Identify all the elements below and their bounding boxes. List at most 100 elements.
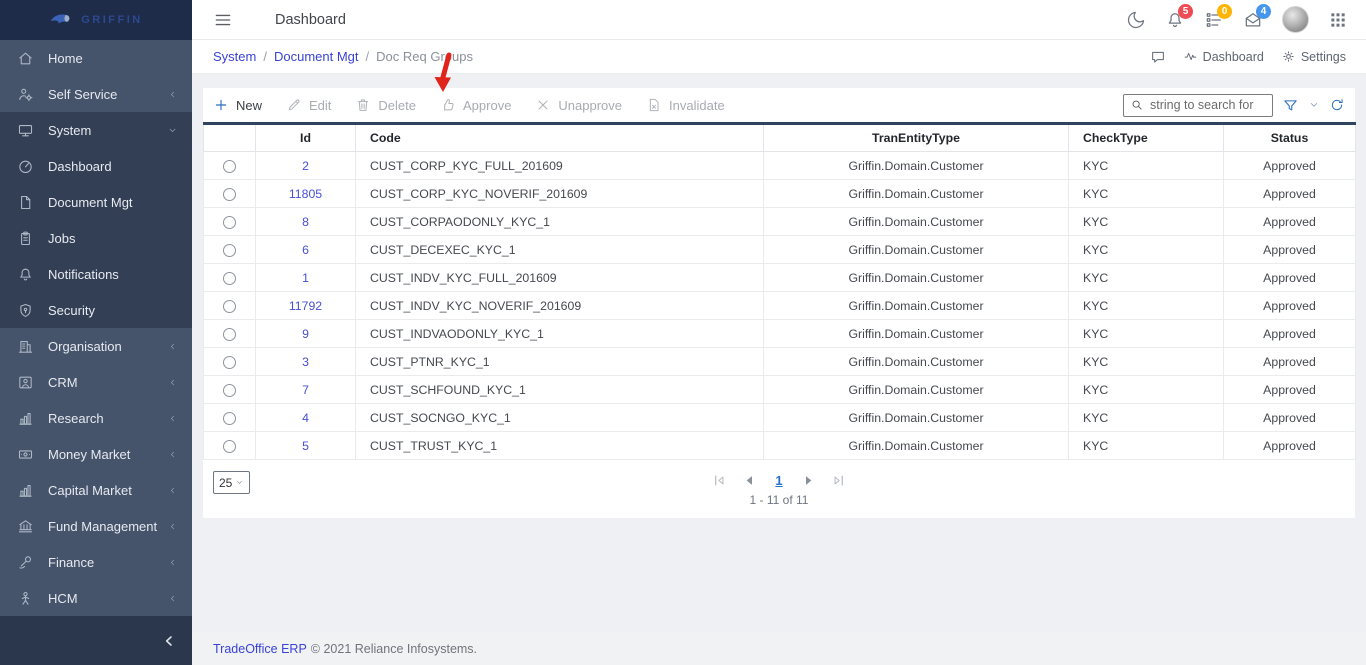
- sidebar-collapse-icon[interactable]: [161, 633, 177, 649]
- sidebar-logo[interactable]: GRIFFIN: [0, 0, 192, 40]
- row-id-link[interactable]: 8: [302, 215, 309, 229]
- row-id-link[interactable]: 1: [302, 271, 309, 285]
- chat-button[interactable]: [1150, 49, 1166, 65]
- sidebar-item-hcm[interactable]: HCM: [0, 580, 192, 616]
- sidebar-item-home[interactable]: Home: [0, 40, 192, 76]
- new-button[interactable]: New: [213, 97, 262, 113]
- file-x-icon: [646, 97, 662, 113]
- footer-brand-link[interactable]: TradeOffice ERP: [213, 642, 307, 656]
- sidebar-item-finance[interactable]: Finance: [0, 544, 192, 580]
- dashboard-link[interactable]: Dashboard: [1183, 49, 1264, 64]
- sidebar-item-self-service[interactable]: Self Service: [0, 76, 192, 112]
- row-id-link[interactable]: 11805: [289, 187, 322, 201]
- filter-chevron-down-icon[interactable]: [1308, 99, 1320, 111]
- row-tran-entity-type: Griffin.Domain.Customer: [763, 375, 1069, 404]
- row-id-link[interactable]: 5: [302, 439, 309, 453]
- row-code: CUST_INDV_KYC_FULL_201609: [355, 263, 764, 292]
- sidebar-item-organisation[interactable]: Organisation: [0, 328, 192, 364]
- chevron-left-icon: [167, 485, 178, 496]
- row-id-link[interactable]: 7: [302, 383, 309, 397]
- row-radio-button[interactable]: [223, 383, 236, 397]
- row-code: CUST_PTNR_KYC_1: [355, 347, 764, 376]
- messages-button[interactable]: 4: [1243, 3, 1271, 30]
- column-header-status: Status: [1223, 123, 1356, 152]
- sidebar-item-label: Finance: [48, 554, 95, 570]
- row-check-type: KYC: [1068, 319, 1224, 348]
- row-radio-button[interactable]: [223, 159, 236, 173]
- breadcrumb-separator: /: [263, 49, 267, 64]
- pagination-range: 1 - 11 of 11: [749, 493, 809, 507]
- refresh-icon[interactable]: [1329, 97, 1345, 113]
- row-radio-button[interactable]: [223, 243, 236, 257]
- gear-icon: [1281, 49, 1296, 64]
- notifications-bell-button[interactable]: 5: [1165, 3, 1193, 30]
- bar-chart-icon: [17, 410, 34, 427]
- search-input[interactable]: [1123, 93, 1273, 117]
- first-page-button[interactable]: [712, 473, 727, 488]
- sidebar-item-security[interactable]: Security: [0, 292, 192, 328]
- row-id-link[interactable]: 4: [302, 411, 309, 425]
- row-radio-button[interactable]: [223, 299, 236, 313]
- table-row: 2 CUST_CORP_KYC_FULL_201609 Griffin.Domain…: [203, 151, 1356, 180]
- sidebar-item-crm[interactable]: CRM: [0, 364, 192, 400]
- row-radio-button[interactable]: [223, 439, 236, 453]
- current-page[interactable]: 1: [772, 473, 785, 488]
- toolbar-button-label: New: [236, 97, 263, 113]
- sidebar-item-money-market[interactable]: Money Market: [0, 436, 192, 472]
- sidebar-item-label: CRM: [48, 374, 78, 390]
- user-avatar[interactable]: [1282, 6, 1309, 33]
- last-page-button[interactable]: [831, 473, 846, 488]
- breadcrumb-item-document-mgt[interactable]: Document Mgt: [274, 49, 359, 64]
- settings-link-label: Settings: [1300, 49, 1346, 64]
- row-id-link[interactable]: 11792: [289, 299, 322, 313]
- sidebar-item-notifications[interactable]: Notifications: [0, 256, 192, 292]
- app-window: GRIFFIN Home Self Service System Dashboard D…: [0, 0, 1366, 665]
- sidebar-item-research[interactable]: Research: [0, 400, 192, 436]
- sidebar-item-dashboard[interactable]: Dashboard: [0, 148, 192, 184]
- chevron-left-icon: [167, 521, 178, 532]
- hamburger-menu-icon[interactable]: [213, 10, 233, 30]
- sidebar-item-fund-management[interactable]: Fund Management: [0, 508, 192, 544]
- row-status: Approved: [1223, 431, 1356, 460]
- previous-page-button[interactable]: [742, 473, 757, 488]
- sidebar-item-label: Capital Market: [48, 482, 132, 498]
- sidebar-item-jobs[interactable]: Jobs: [0, 220, 192, 256]
- row-id-link[interactable]: 3: [302, 355, 309, 369]
- row-radio-button[interactable]: [223, 411, 236, 425]
- row-status: Approved: [1223, 319, 1356, 348]
- apps-grid-icon[interactable]: [1328, 10, 1348, 30]
- header-actions: 5 0 4: [1126, 3, 1348, 33]
- tasks-button[interactable]: 0: [1204, 3, 1232, 30]
- gauge-icon: [17, 158, 34, 175]
- sidebar-item-capital-market[interactable]: Capital Market: [0, 472, 192, 508]
- filter-icon[interactable]: [1282, 97, 1299, 114]
- column-header-tranentitytype: TranEntityType: [763, 123, 1069, 152]
- pager: 1: [203, 460, 1355, 488]
- page-size-select[interactable]: 25: [213, 471, 250, 494]
- settings-link[interactable]: Settings: [1281, 49, 1346, 64]
- row-id-link[interactable]: 6: [302, 243, 309, 257]
- sidebar-item-document-mgt[interactable]: Document Mgt: [0, 184, 192, 220]
- dark-mode-moon-icon[interactable]: [1126, 10, 1146, 30]
- row-check-type: KYC: [1068, 263, 1224, 292]
- row-id-link[interactable]: 2: [302, 159, 309, 173]
- toolbar-button-label: Approve: [463, 97, 512, 113]
- row-radio-button[interactable]: [223, 187, 236, 201]
- row-radio-button[interactable]: [223, 327, 236, 341]
- pagination-bar: 25 1 1 - 11 of 11: [203, 460, 1355, 518]
- sidebar-item-system[interactable]: System: [0, 112, 192, 148]
- table-row: 7 CUST_SCHFOUND_KYC_1 Griffin.Domain.Custo…: [203, 375, 1356, 404]
- row-tran-entity-type: Griffin.Domain.Customer: [763, 347, 1069, 376]
- next-page-button[interactable]: [801, 473, 816, 488]
- breadcrumb-item-system[interactable]: System: [213, 49, 256, 64]
- row-id-link[interactable]: 9: [302, 327, 309, 341]
- row-radio-button[interactable]: [223, 215, 236, 229]
- sidebar-menu: Home Self Service System Dashboard Document …: [0, 40, 192, 616]
- chat-icon: [1150, 49, 1166, 65]
- row-radio-button[interactable]: [223, 271, 236, 285]
- sidebar-item-label: HCM: [48, 590, 78, 606]
- row-radio-button[interactable]: [223, 355, 236, 369]
- sidebar-item-label: Home: [48, 50, 83, 66]
- row-status: Approved: [1223, 263, 1356, 292]
- row-check-type: KYC: [1068, 207, 1224, 236]
